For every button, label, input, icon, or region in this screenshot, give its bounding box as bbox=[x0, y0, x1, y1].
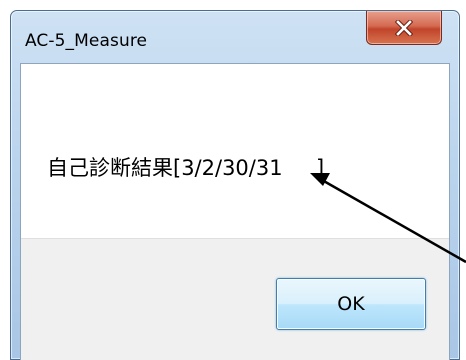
dialog-window: AC-5_Measure 自己診断結果[3/2/30/31 ] OK bbox=[10, 10, 460, 360]
title-bar[interactable]: AC-5_Measure bbox=[11, 11, 459, 63]
self-diagnosis-message: 自己診断結果[3/2/30/31 ] bbox=[47, 156, 325, 180]
close-button[interactable] bbox=[366, 11, 442, 45]
window-title: AC-5_Measure bbox=[25, 31, 148, 51]
close-icon bbox=[395, 19, 413, 36]
ok-button[interactable]: OK bbox=[276, 278, 426, 330]
button-panel: OK bbox=[21, 238, 449, 360]
screenshot-stage: AC-5_Measure 自己診断結果[3/2/30/31 ] OK bbox=[0, 0, 466, 360]
dialog-content: 自己診断結果[3/2/30/31 ] OK bbox=[20, 63, 450, 360]
